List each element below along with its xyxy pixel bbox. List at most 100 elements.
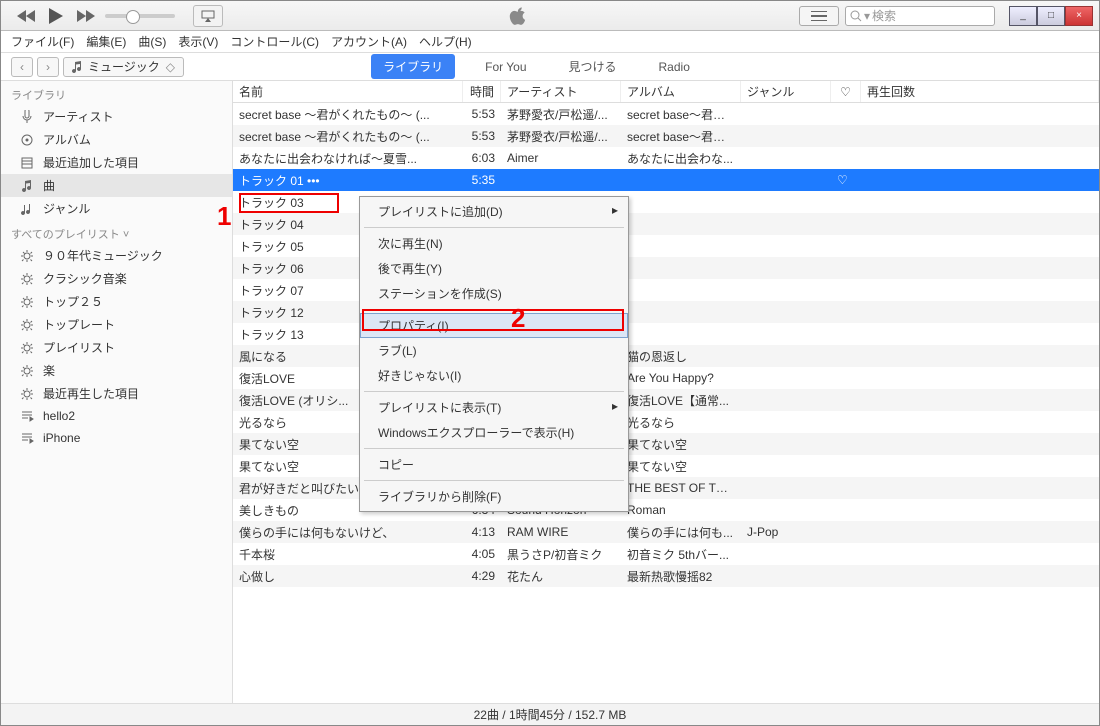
sidebar-label: トップレート [43,316,115,333]
nav-tab[interactable]: 見つける [557,54,629,79]
cell: Are You Happy? [621,371,741,385]
sidebar-item[interactable]: 楽 [1,359,232,382]
sidebar: ライブラリアーティストアルバム最近追加した項目曲ジャンルすべてのプレイリスト ˅… [1,81,233,711]
sidebar-label: 最近再生した項目 [43,385,139,402]
sidebar-item[interactable]: ９０年代ミュージック [1,244,232,267]
cell: 僕らの手には何もないけど、 [233,524,463,541]
close-button[interactable]: × [1065,6,1093,26]
gear-icon [19,340,35,356]
music-note-icon [72,61,82,73]
nav-tab[interactable]: ライブラリ [371,54,455,79]
pl-icon [19,408,35,424]
sidebar-item[interactable]: トップレート [1,313,232,336]
previous-button[interactable] [15,5,37,27]
cell: 6:03 [463,151,501,165]
next-button[interactable] [75,5,97,27]
table-row[interactable]: 僕らの手には何もないけど、4:13RAM WIRE僕らの手には何も...J-Po… [233,521,1099,543]
table-row[interactable]: 千本桜4:05黒うさP/初音ミク初音ミク 5thバー... [233,543,1099,565]
sidebar-item[interactable]: アルバム [1,128,232,151]
nav-tab[interactable]: For You [473,56,538,78]
context-menu-item[interactable]: ラブ(L) [360,338,628,363]
sidebar-item[interactable]: hello2 [1,405,232,427]
context-menu-item[interactable]: ライブラリから削除(F) [360,484,628,509]
context-menu-item[interactable]: 後で再生(Y) [360,256,628,281]
cell: J-Pop [741,525,831,539]
sidebar-label: ジャンル [43,200,90,217]
col-time[interactable]: 時間 [463,81,501,102]
status-bar: 22曲 / 1時間45分 / 152.7 MB [1,703,1099,725]
pl-icon [19,430,35,446]
sidebar-item[interactable]: プレイリスト [1,336,232,359]
cell: secret base ～君がくれたもの～ (... [233,128,463,145]
cell: 4:13 [463,525,501,539]
back-button[interactable]: ‹ [11,57,33,77]
cell: 最新热歌慢摇82 [621,568,741,585]
search-icon [850,10,862,22]
context-menu-item[interactable]: コピー [360,452,628,477]
table-row[interactable]: secret base ～君がくれたもの～ (...5:53茅野愛衣/戸松遥/.… [233,125,1099,147]
sidebar-item[interactable]: 最近追加した項目 [1,151,232,174]
sidebar-item[interactable]: クラシック音楽 [1,267,232,290]
col-name[interactable]: 名前 [233,81,463,102]
context-menu-item[interactable]: ステーションを作成(S) [360,281,628,306]
menu-separator [364,448,624,449]
context-menu-item[interactable]: プレイリストに表示(T)▸ [360,395,628,420]
cell: secret base～君が... [621,106,741,123]
sidebar-item[interactable]: トップ２５ [1,290,232,313]
col-fav[interactable]: ♡ [831,81,861,102]
minimize-button[interactable]: _ [1009,6,1037,26]
menu-item[interactable]: コントロール(C) [230,33,319,50]
context-menu-item[interactable]: 好きじゃない(I) [360,363,628,388]
list-icon [19,155,35,171]
sidebar-label: iPhone [43,431,80,445]
context-menu-item[interactable]: Windowsエクスプローラーで表示(H) [360,420,628,445]
playback-toolbar: ▾ 検索 _ □ × [1,1,1099,31]
col-artist[interactable]: アーティスト [501,81,621,102]
sidebar-label: トップ２５ [43,293,103,310]
menu-item[interactable]: 曲(S) [138,33,166,50]
context-menu-item[interactable]: プロパティ(I) [360,313,628,338]
list-view-button[interactable] [799,6,839,26]
col-plays[interactable]: 再生回数 [861,81,1099,102]
sidebar-item[interactable]: アーティスト [1,105,232,128]
category-select[interactable]: ミュージック ◇ [63,57,184,77]
disc-icon [19,132,35,148]
gear-icon [19,386,35,402]
cell: 茅野愛衣/戸松遥/... [501,106,621,123]
table-row[interactable]: 心做し4:29花たん最新热歌慢摇82 [233,565,1099,587]
cell: 果てない空 [621,436,741,453]
table-row[interactable]: secret base ～君がくれたもの～ (...5:53茅野愛衣/戸松遥/.… [233,103,1099,125]
menu-item[interactable]: ファイル(F) [11,33,74,50]
sidebar-item[interactable]: 最近再生した項目 [1,382,232,405]
play-button[interactable] [45,5,67,27]
volume-slider[interactable] [105,14,175,18]
mic-icon [19,109,35,125]
context-menu-item[interactable]: プレイリストに追加(D)▸ [360,199,628,224]
search-input[interactable]: ▾ 検索 [845,6,995,26]
table-row[interactable]: トラック 01 •••5:35♡ [233,169,1099,191]
airplay-button[interactable] [193,5,223,27]
menu-item[interactable]: 表示(V) [178,33,218,50]
cell: あなたに出会わな... [621,150,741,167]
sidebar-label: 最近追加した項目 [43,154,139,171]
table-row[interactable]: あなたに出会わなければ～夏雪...6:03Aimerあなたに出会わな... [233,147,1099,169]
menu-item[interactable]: 編集(E) [86,33,126,50]
cell: 黒うさP/初音ミク [501,546,621,563]
chevron-icon: ◇ [166,60,175,74]
submenu-arrow-icon: ▸ [612,203,618,217]
menu-item[interactable]: ヘルプ(H) [419,33,472,50]
col-genre[interactable]: ジャンル [741,81,831,102]
cell: RAM WIRE [501,525,621,539]
context-menu-item[interactable]: 次に再生(N) [360,231,628,256]
gear-icon [19,248,35,264]
nav-row: ‹ › ミュージック ◇ ライブラリ For You 見つける Radio [1,53,1099,81]
col-album[interactable]: アルバム [621,81,741,102]
maximize-button[interactable]: □ [1037,6,1065,26]
menu-item[interactable]: アカウント(A) [331,33,407,50]
nav-tab[interactable]: Radio [647,56,702,78]
forward-button[interactable]: › [37,57,59,77]
sidebar-item[interactable]: ジャンル [1,197,232,220]
cell: 猫の恩返し [621,348,741,365]
sidebar-item[interactable]: 曲 [1,174,232,197]
sidebar-item[interactable]: iPhone [1,427,232,449]
